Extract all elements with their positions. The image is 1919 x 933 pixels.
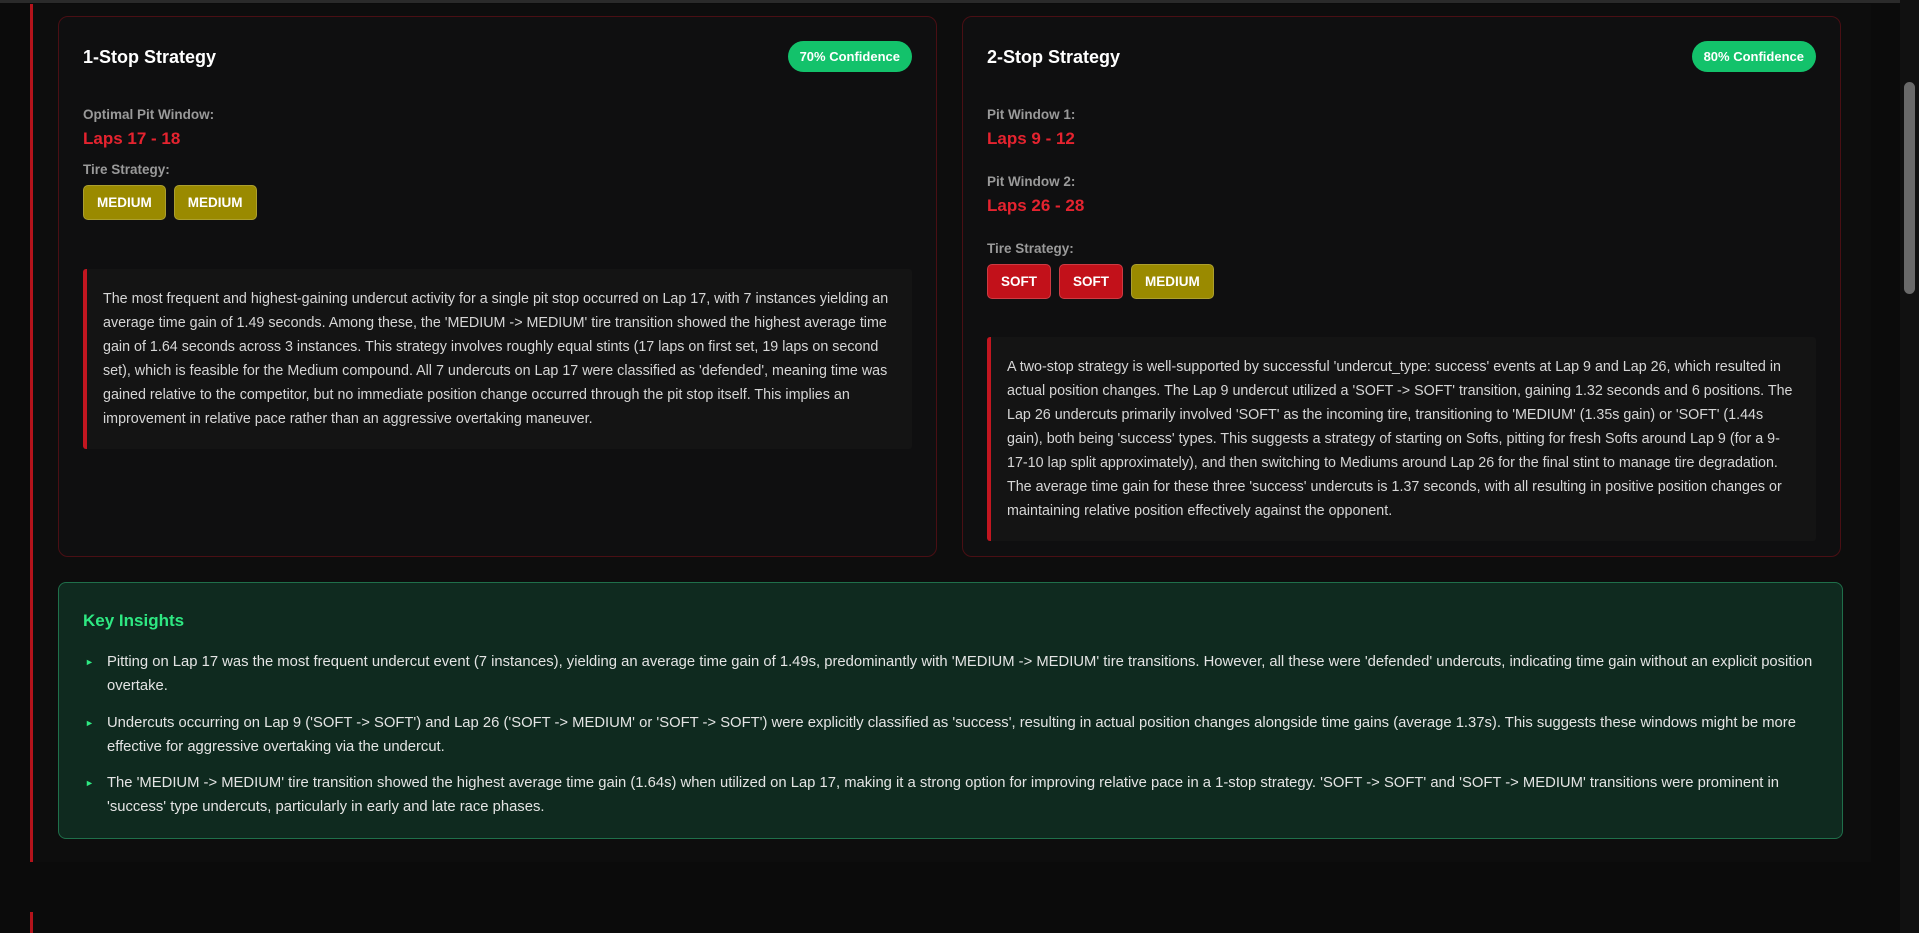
bullet-arrow-icon: ► bbox=[85, 718, 94, 728]
insight-item: ► Pitting on Lap 17 was the most frequen… bbox=[83, 650, 1818, 698]
pit-window-value: Laps 17 - 18 bbox=[83, 129, 181, 148]
insight-item: ► The 'MEDIUM -> MEDIUM' tire transition… bbox=[83, 771, 1818, 819]
confidence-badge: 70% Confidence bbox=[787, 41, 912, 72]
insight-text: The 'MEDIUM -> MEDIUM' tire transition s… bbox=[107, 775, 1780, 815]
pit-window-label: Optimal Pit Window: bbox=[83, 107, 215, 122]
tire-strategy-label: Tire Strategy: bbox=[83, 162, 170, 177]
bullet-arrow-icon: ► bbox=[85, 657, 94, 667]
tire-chip-soft: SOFT bbox=[1059, 264, 1123, 299]
insight-text: Pitting on Lap 17 was the most frequent … bbox=[107, 654, 1813, 694]
next-panel-accent bbox=[30, 912, 33, 933]
tire-strategy-label: Tire Strategy: bbox=[987, 241, 1074, 256]
tire-list: MEDIUM MEDIUM bbox=[83, 185, 257, 220]
tire-chip-medium: MEDIUM bbox=[1131, 264, 1214, 299]
tire-chip-medium: MEDIUM bbox=[83, 185, 166, 220]
tire-chip-medium: MEDIUM bbox=[173, 185, 257, 220]
bullet-arrow-icon: ► bbox=[85, 778, 94, 788]
tire-list: SOFT SOFT MEDIUM bbox=[987, 264, 1214, 299]
key-insights-panel: Key Insights ► Pitting on Lap 17 was the… bbox=[58, 582, 1843, 839]
top-divider bbox=[0, 0, 1900, 3]
strategy-rationale: A two-stop strategy is well-supported by… bbox=[987, 337, 1816, 541]
one-stop-strategy-card: 1-Stop Strategy 70% Confidence Optimal P… bbox=[58, 16, 937, 557]
pit-window-1-value: Laps 9 - 12 bbox=[987, 129, 1075, 148]
tire-chip-soft: SOFT bbox=[987, 264, 1051, 299]
card-title: 1-Stop Strategy bbox=[83, 47, 217, 67]
pit-window-2-value: Laps 26 - 28 bbox=[987, 196, 1085, 215]
card-title: 2-Stop Strategy bbox=[987, 47, 1121, 67]
confidence-badge: 80% Confidence bbox=[1691, 41, 1816, 72]
pit-window-2-label: Pit Window 2: bbox=[987, 174, 1076, 189]
insight-item: ► Undercuts occurring on Lap 9 ('SOFT ->… bbox=[83, 711, 1818, 759]
strategy-rationale: The most frequent and highest-gaining un… bbox=[83, 269, 912, 449]
key-insights-title: Key Insights bbox=[83, 611, 185, 630]
strategy-panel: 1-Stop Strategy 70% Confidence Optimal P… bbox=[30, 4, 1871, 862]
vertical-scrollbar[interactable] bbox=[1900, 0, 1919, 933]
insight-text: Undercuts occurring on Lap 9 ('SOFT -> S… bbox=[107, 715, 1796, 755]
two-stop-strategy-card: 2-Stop Strategy 80% Confidence Pit Windo… bbox=[962, 16, 1841, 557]
scrollbar-thumb[interactable] bbox=[1904, 82, 1915, 294]
pit-window-1-label: Pit Window 1: bbox=[987, 107, 1076, 122]
